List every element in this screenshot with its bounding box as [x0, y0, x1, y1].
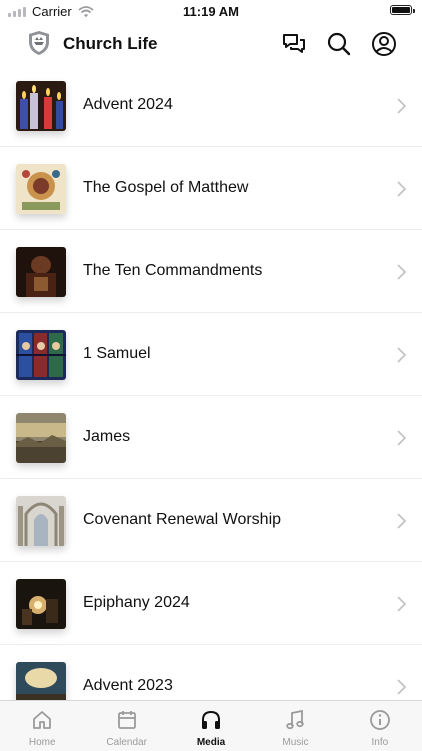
cathedral-interior-thumbnail — [16, 496, 66, 546]
list-item-label: Covenant Renewal Worship — [83, 511, 282, 528]
chevron-right-icon — [397, 679, 406, 695]
tab-info[interactable]: Info — [338, 701, 422, 751]
list-item-label: Advent 2024 — [83, 96, 173, 113]
list-item[interactable]: Covenant Renewal Worship — [0, 479, 422, 562]
list-item[interactable]: Advent 2023 — [0, 645, 422, 700]
tab-home[interactable]: Home — [0, 701, 84, 751]
app-title: Church Life — [63, 34, 158, 53]
list-item-label: James — [83, 428, 131, 445]
candles-thumbnail — [16, 81, 66, 131]
tab-music[interactable]: Music — [253, 701, 337, 751]
list-item-label: Advent 2023 — [83, 677, 173, 694]
chevron-right-icon — [397, 264, 406, 280]
list-item-label: The Gospel of Matthew — [83, 179, 249, 196]
media-list: Advent 2024 The Gospel of Matthew The Te… — [0, 64, 422, 700]
nativity-painting-thumbnail — [16, 579, 66, 629]
info-icon — [369, 710, 390, 730]
status-time: 11:19 AM — [183, 4, 239, 19]
list-item-label: 1 Samuel — [83, 345, 151, 362]
profile-icon[interactable] — [371, 31, 397, 57]
calendar-icon — [117, 711, 136, 729]
tab-label: Home — [28, 737, 56, 748]
list-item[interactable]: Advent 2024 — [0, 64, 422, 147]
list-item[interactable]: James — [0, 396, 422, 479]
battery-icon — [390, 5, 415, 15]
stained-glass-thumbnail — [16, 330, 66, 380]
illuminated-manuscript-thumbnail — [16, 164, 66, 214]
chevron-right-icon — [397, 513, 406, 529]
tab-label: Media — [196, 737, 226, 748]
chevron-right-icon — [397, 347, 406, 363]
tab-calendar[interactable]: Calendar — [84, 701, 168, 751]
list-item[interactable]: Epiphany 2024 — [0, 562, 422, 645]
landscape-storm-thumbnail — [16, 413, 66, 463]
messages-icon[interactable] — [281, 31, 307, 57]
list-item[interactable]: The Ten Commandments — [0, 230, 422, 313]
chevron-right-icon — [397, 181, 406, 197]
headphones-icon — [202, 710, 221, 729]
chevron-right-icon — [397, 430, 406, 446]
tab-label: Music — [282, 737, 309, 748]
search-icon[interactable] — [326, 31, 352, 57]
dark-painting-thumbnail — [16, 247, 66, 297]
list-item[interactable]: The Gospel of Matthew — [0, 147, 422, 230]
tab-bar: Home Calendar Media Music Info — [0, 700, 422, 751]
sky-painting-thumbnail — [16, 662, 66, 700]
list-item-label: Epiphany 2024 — [83, 594, 190, 611]
nav-bar: Church Life — [0, 24, 422, 64]
home-icon — [33, 711, 52, 729]
list-item-label: The Ten Commandments — [83, 262, 263, 279]
chevron-right-icon — [397, 98, 406, 114]
chevron-right-icon — [397, 596, 406, 612]
tab-media[interactable]: Media — [169, 701, 253, 751]
tab-label: Calendar — [106, 737, 147, 748]
list-item[interactable]: 1 Samuel — [0, 313, 422, 396]
tab-label: Info — [371, 737, 389, 748]
shield-logo-icon — [29, 31, 49, 55]
music-note-icon — [286, 709, 305, 730]
status-bar: Carrier 11:19 AM — [0, 0, 422, 24]
